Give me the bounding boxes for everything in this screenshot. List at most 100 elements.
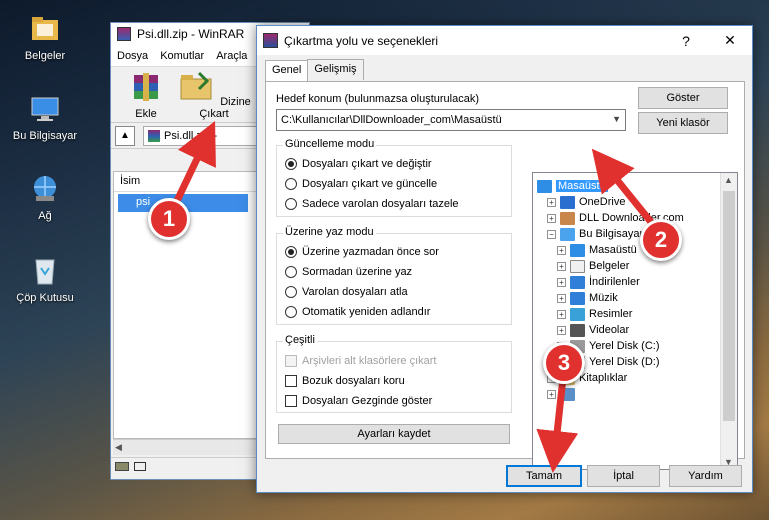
annotation-badge-2: 2 (640, 219, 682, 261)
radio-indicator[interactable] (285, 198, 297, 210)
checkbox-show-in-explorer[interactable]: Dosyaları Gezginde göster (285, 395, 432, 407)
tree-vertical-scrollbar[interactable]: ▲ ▼ (720, 173, 737, 469)
dialog-tabs: Genel Gelişmiş (265, 59, 364, 81)
menu-file[interactable]: Dosya (117, 50, 148, 62)
checkbox-indicator[interactable] (285, 395, 297, 407)
tree-item[interactable]: + Masaüstü (557, 242, 637, 258)
radio-indicator[interactable] (285, 178, 297, 190)
tree-item-label: Yerel Disk (C:) (589, 340, 660, 352)
show-button[interactable]: Göster (638, 87, 728, 109)
up-folder-button[interactable]: ▲ (115, 125, 135, 146)
dialog-titlebar[interactable]: Çıkartma yolu ve seçenekleri ? ✕ (257, 26, 752, 55)
option-label: Dosyaları Gezginde göster (302, 395, 433, 407)
radio-skip-existing[interactable]: Varolan dosyaları atla (285, 286, 408, 298)
tree-item-label: Müzik (589, 292, 618, 304)
save-settings-button[interactable]: Ayarları kaydet (278, 424, 510, 444)
scroll-up-icon[interactable]: ▲ (724, 175, 733, 185)
tree-item[interactable]: Masaüstü (537, 178, 608, 194)
extract-folder-icon (180, 71, 212, 100)
update-mode-group: Güncelleme modu Dosyaları çıkart ve deği… (276, 138, 512, 217)
winrar-title: Psi.dll.zip - WinRAR (137, 27, 245, 41)
radio-ask-before-overwrite[interactable]: Üzerine yazmadan önce sor (285, 246, 439, 258)
documents-folder-icon (32, 17, 58, 40)
option-label: Varolan dosyaları atla (302, 286, 408, 298)
checkbox-keep-broken-files[interactable]: Bozuk dosyaları koru (285, 375, 405, 387)
chevron-down-icon[interactable]: ▼ (612, 114, 621, 124)
radio-indicator[interactable] (285, 306, 297, 318)
tree-expander-icon[interactable]: + (557, 309, 566, 319)
checkbox-indicator (285, 355, 297, 367)
tree-item-label: Yerel Disk (D:) (589, 356, 660, 368)
tree-expander-icon[interactable]: + (557, 325, 566, 335)
radio-extract-replace[interactable]: Dosyaları çıkart ve değiştir (285, 158, 432, 170)
user-icon (560, 211, 575, 225)
tab-advanced[interactable]: Gelişmiş (307, 59, 364, 80)
general-tab-panel: Hedef konum (bulunmazsa oluşturulacak) C… (265, 81, 745, 470)
folder-tree[interactable]: ▲ ▼ Masaüstü + OneDrive + DLL Downloader.com… (532, 172, 738, 470)
help-title-button[interactable]: ? (664, 26, 708, 55)
extract-to-button[interactable]: Dizine Çıkart (177, 69, 251, 120)
radio-indicator[interactable] (285, 246, 297, 258)
option-label: Üzerine yazmadan önce sor (302, 246, 439, 258)
annotation-badge-1: 1 (148, 198, 190, 240)
tree-expander-icon[interactable]: + (547, 389, 556, 399)
tree-item-label: Belgeler (589, 260, 630, 272)
option-label: Dosyaları çıkart ve güncelle (302, 178, 438, 190)
tree-item[interactable]: + Videolar (557, 322, 629, 338)
ok-button[interactable]: Tamam (506, 465, 582, 487)
desktop-icon-documents[interactable]: Belgeler (6, 12, 84, 62)
menu-commands[interactable]: Komutlar (160, 50, 204, 62)
radio-auto-rename[interactable]: Otomatik yeniden adlandır (285, 306, 430, 318)
tree-item-label: Resimler (589, 308, 633, 320)
tab-general[interactable]: Genel (265, 60, 309, 81)
tree-item[interactable]: + OneDrive (547, 194, 625, 210)
desktop-icon-recycle-bin[interactable]: Çöp Kutusu (6, 254, 84, 304)
dialog-app-icon (263, 33, 278, 48)
tree-item[interactable]: − Bu Bilgisayar (547, 226, 643, 242)
option-label: Arşivleri alt klasörlere çıkart (302, 355, 437, 367)
tree-expander-icon[interactable]: + (557, 293, 566, 303)
close-icon[interactable]: ✕ (708, 26, 752, 55)
archive-path-text: Psi.dll.zip - (164, 129, 218, 142)
desktop-icon-this-pc[interactable]: Bu Bilgisayar (6, 92, 84, 142)
tree-item-label: Bu Bilgisayar (579, 228, 644, 240)
checkbox-extract-to-subfolders: Arşivleri alt klasörlere çıkart (285, 355, 436, 367)
radio-overwrite-without-prompt[interactable]: Sormadan üzerine yaz (285, 266, 412, 278)
tree-item[interactable]: + (547, 386, 579, 402)
radio-indicator[interactable] (285, 158, 297, 170)
checkbox-indicator[interactable] (285, 375, 297, 387)
tree-expander-icon[interactable]: + (547, 197, 556, 207)
radio-indicator[interactable] (285, 286, 297, 298)
archive-icon (148, 129, 160, 142)
tree-item[interactable]: + Müzik (557, 290, 618, 306)
destination-path-combo[interactable]: C:\Kullanıcılar\DllDownloader_com\Masaüs… (276, 109, 626, 131)
tree-item[interactable]: + İndirilenler (557, 274, 640, 290)
tree-expander-icon[interactable]: − (547, 229, 556, 239)
tree-expander-icon[interactable]: + (547, 213, 556, 223)
radio-freshen-existing[interactable]: Sadece varolan dosyaları tazele (285, 198, 459, 210)
destination-path-value: C:\Kullanıcılar\DllDownloader_com\Masaüs… (281, 114, 502, 126)
new-folder-button[interactable]: Yeni klasör (638, 112, 728, 134)
menu-tools[interactable]: Araçla (216, 50, 247, 62)
tree-expander-icon[interactable]: + (557, 261, 566, 271)
misc-group: Çeşitli Arşivleri alt klasörlere çıkart … (276, 334, 512, 413)
option-label: Sormadan üzerine yaz (302, 266, 413, 278)
radio-extract-update[interactable]: Dosyaları çıkart ve güncelle (285, 178, 437, 190)
tree-item[interactable]: + Resimler (557, 306, 632, 322)
tree-expander-icon[interactable]: + (557, 277, 566, 287)
onedrive-icon (560, 195, 575, 209)
tree-item[interactable]: + Belgeler (557, 258, 629, 274)
tree-expander-icon[interactable]: + (557, 245, 566, 255)
cancel-button[interactable]: İptal (587, 465, 660, 487)
scroll-left-icon[interactable]: ◀ (115, 442, 122, 453)
scrollbar-thumb[interactable] (723, 191, 735, 421)
file-row-name: psi (136, 196, 151, 208)
help-button[interactable]: Yardım (669, 465, 742, 487)
add-button[interactable]: Ekle (115, 69, 177, 120)
option-label: Bozuk dosyaları koru (302, 375, 405, 387)
computer-icon (31, 97, 59, 121)
option-label: Otomatik yeniden adlandır (302, 306, 431, 318)
desktop-icon-network[interactable]: Ağ (6, 172, 84, 222)
radio-indicator[interactable] (285, 266, 297, 278)
documents-icon (570, 259, 585, 273)
